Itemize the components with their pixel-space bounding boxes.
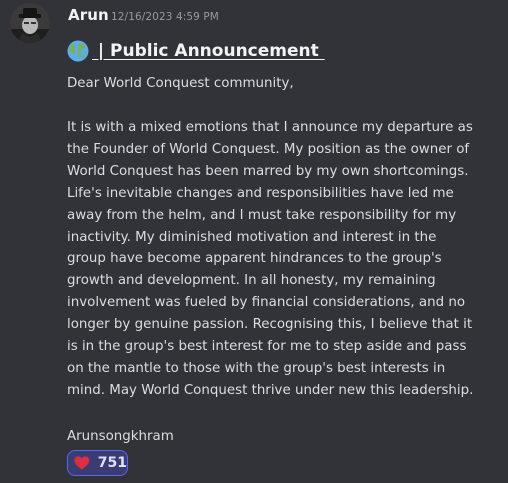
globe-icon	[67, 40, 89, 62]
message-signature: Arunsongkhram	[67, 429, 174, 444]
message-line: is in the group's best interest for me t…	[67, 339, 467, 355]
message-line: away from the helm, and I must take resp…	[67, 207, 457, 223]
message-line: growth and development. In all honesty, …	[67, 273, 436, 289]
message-line: on the mantle to those with the group's …	[67, 360, 446, 376]
message-line: the Founder of World Conquest. My positi…	[67, 141, 470, 157]
avatar-image	[10, 3, 50, 43]
username[interactable]: Arun	[68, 6, 109, 24]
avatar[interactable]	[10, 3, 50, 43]
message-line: involvement was fueled by financial cons…	[67, 295, 466, 311]
message-line: Life's inevitable changes and responsibi…	[67, 185, 454, 201]
announcement-heading-row: | Public Announcement	[67, 38, 325, 64]
message-line: mind. May World Conquest thrive under ne…	[67, 382, 474, 398]
message-greeting: Dear World Conquest community,	[67, 76, 294, 91]
message-line: World Conquest has been marred by my own…	[67, 163, 469, 179]
heart-reaction-button[interactable]: 751	[67, 450, 128, 476]
message-line: longer by genuine passion. Recognising t…	[67, 317, 473, 333]
message-body: It is with a mixed emotions that I annou…	[67, 117, 473, 402]
reaction-count: 751	[97, 455, 127, 471]
announcement-heading: | Public Announcement	[92, 41, 325, 61]
message-line: group have become apparent hindrances to…	[67, 251, 442, 267]
message-line: inactivity. My diminished motivation and…	[67, 229, 437, 245]
timestamp: 12/16/2023 4:59 PM	[111, 11, 219, 23]
message-line: It is with a mixed emotions that I annou…	[67, 120, 473, 135]
heart-icon	[74, 456, 90, 470]
